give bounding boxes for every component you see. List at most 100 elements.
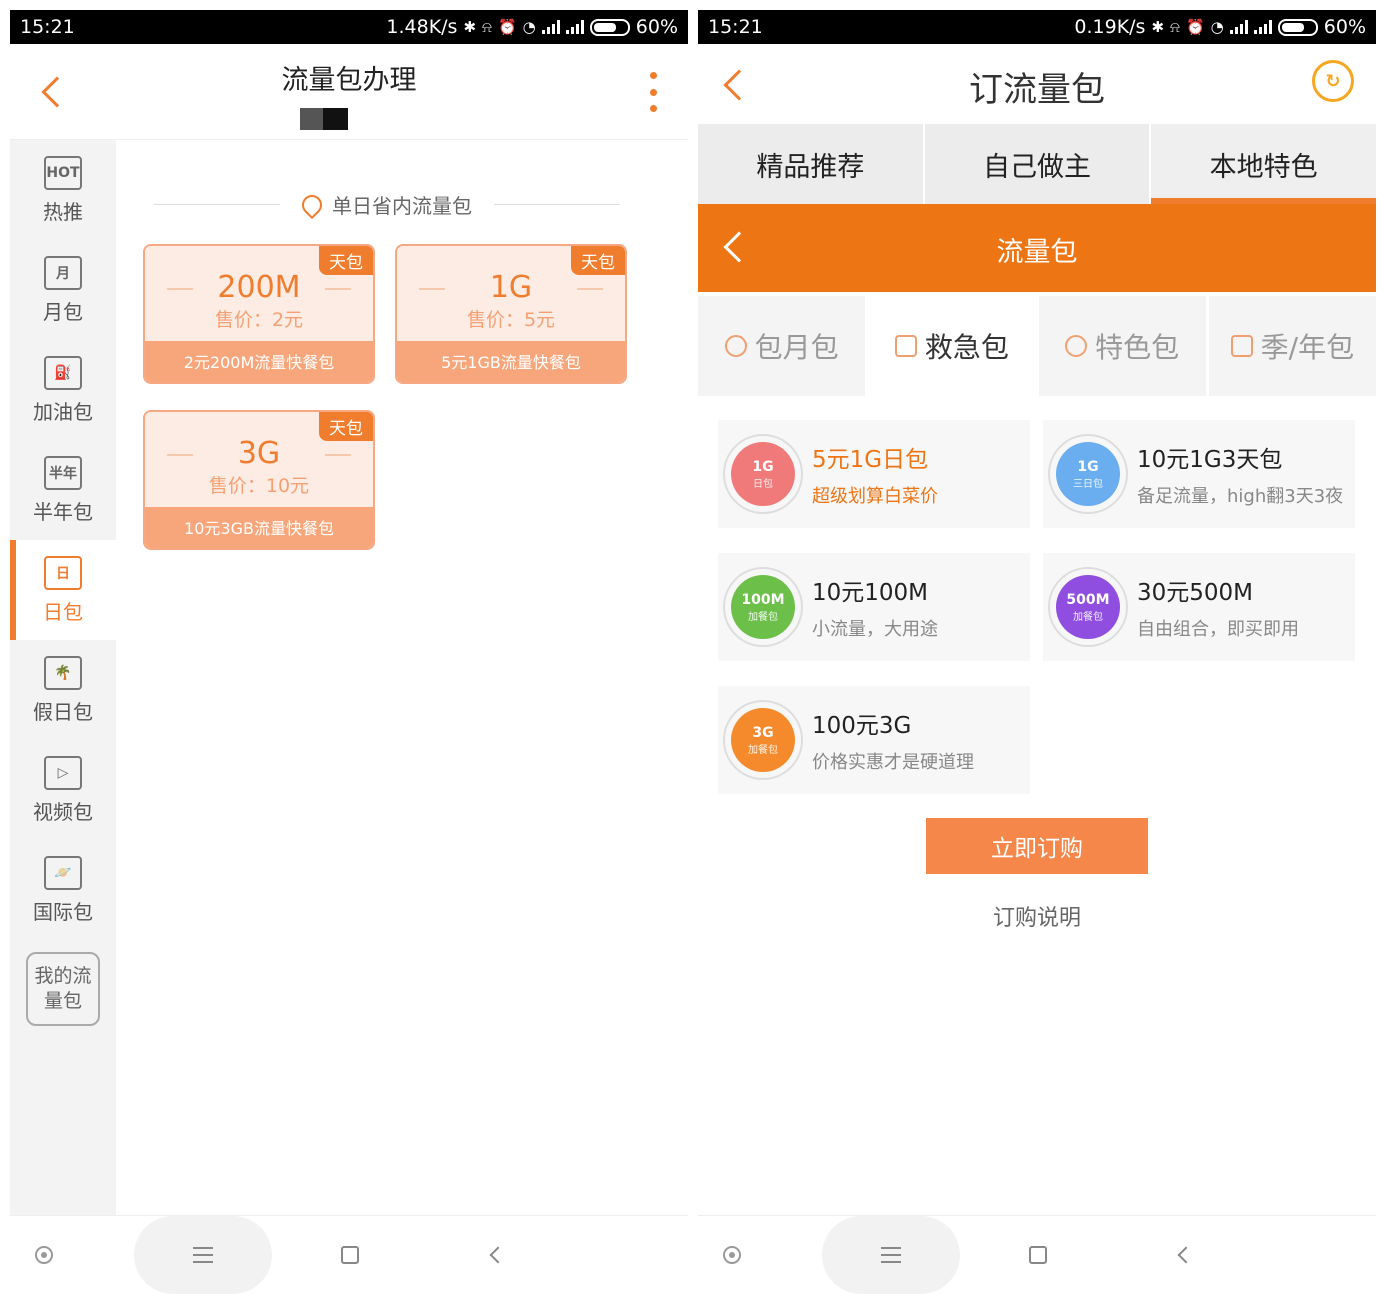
package-tag: 天包 xyxy=(319,412,373,441)
ribbon-icon xyxy=(724,335,747,357)
product-badge: 3G 加餐包 xyxy=(731,708,795,772)
page-title: 订流量包 xyxy=(969,70,1105,110)
first-aid-icon xyxy=(894,335,917,357)
sidebar-item-holiday[interactable]: 🌴 假日包 xyxy=(10,640,116,740)
sidebar-item-label: 视频包 xyxy=(33,799,93,824)
my-packages-button[interactable]: 我的流量包 xyxy=(26,952,100,1026)
menu-icon xyxy=(193,1247,213,1263)
chevron-left-icon xyxy=(489,1246,507,1264)
divider xyxy=(167,454,193,456)
buy-now-button[interactable]: 立即订购 xyxy=(926,818,1148,874)
order-instructions-link[interactable]: 订购说明 xyxy=(698,900,1376,932)
tab-emergency[interactable]: 救急包 xyxy=(868,296,1039,396)
product-badge: 1G 三日包 xyxy=(1056,442,1120,506)
assistant-button[interactable] xyxy=(24,1216,64,1294)
system-nav-bar xyxy=(10,1215,688,1295)
more-menu-icon[interactable] xyxy=(650,72,658,112)
planet-icon: 🪐 xyxy=(44,855,82,890)
package-card[interactable]: 天包 1G 售价：5元 5元1GB流量快餐包 xyxy=(395,244,627,384)
package-name: 5元1GB流量快餐包 xyxy=(397,341,625,382)
signal-icon xyxy=(541,20,560,34)
back-button[interactable] xyxy=(1166,1216,1206,1294)
sidebar-item-refuel[interactable]: ⛽ 加油包 xyxy=(10,340,116,440)
sidebar-item-monthly[interactable]: 月 月包 xyxy=(10,240,116,340)
sidebar-item-label: 月包 xyxy=(43,299,83,324)
sidebar-item-daily[interactable]: 日 日包 xyxy=(10,540,116,640)
mute-icon: ⍾ xyxy=(1170,18,1180,36)
product-card[interactable]: 500M 加餐包 30元500M 自由组合，即买即用 xyxy=(1043,553,1355,661)
sub-header-bar: 流量包 xyxy=(698,204,1376,292)
sidebar-item-half-year[interactable]: 半年 半年包 xyxy=(10,440,116,540)
category-sidebar: HOT 热推 月 月包 ⛽ 加油包 半年 半年包 日 日包 🌴 假日包 ▷ 视频… xyxy=(10,140,116,1215)
package-tag: 天包 xyxy=(319,246,373,275)
sidebar-item-label: 假日包 xyxy=(33,699,93,724)
calendar-month-icon: 月 xyxy=(44,255,82,290)
package-list: 单日省内流量包 天包 200M 售价：2元 2元200M流量快餐包 天包 1G … xyxy=(116,140,688,1215)
square-icon xyxy=(341,1246,359,1264)
bluetooth-icon: ✱ xyxy=(1151,18,1165,36)
tab-special[interactable]: 特色包 xyxy=(1038,296,1209,396)
top-tab-bar: 精品推荐 自己做主 本地特色 xyxy=(698,124,1376,204)
sidebar-item-label: 加油包 xyxy=(33,399,93,424)
sub-header-title: 流量包 xyxy=(996,237,1078,268)
wifi-icon: ◔ xyxy=(522,18,536,36)
divider xyxy=(167,288,193,290)
sidebar-item-hot[interactable]: HOT 热推 xyxy=(10,140,116,240)
palm-tree-icon: 🌴 xyxy=(44,655,82,690)
back-button[interactable] xyxy=(478,1216,518,1294)
signal-icon xyxy=(565,20,584,34)
product-card[interactable]: 3G 加餐包 100元3G 价格实惠才是硬道理 xyxy=(718,686,1030,794)
tab-recommended[interactable]: 精品推荐 xyxy=(698,124,925,204)
home-button[interactable] xyxy=(1018,1216,1058,1294)
badge-sub: 加餐包 xyxy=(1073,611,1103,623)
sidebar-item-label: 半年包 xyxy=(33,499,93,524)
product-badge: 1G 日包 xyxy=(731,442,795,506)
package-card[interactable]: 天包 200M 售价：2元 2元200M流量快餐包 xyxy=(143,244,375,384)
product-card[interactable]: 1G 日包 5元1G日包 超级划算白菜价 xyxy=(718,420,1030,528)
section-title-text: 单日省内流量包 xyxy=(332,194,472,218)
home-button[interactable] xyxy=(330,1216,370,1294)
system-nav-bar xyxy=(698,1215,1376,1295)
product-card[interactable]: 1G 三日包 10元1G3天包 备足流量，high翻3天3夜 xyxy=(1043,420,1355,528)
product-desc: 小流量，大用途 xyxy=(812,619,938,640)
tab-monthly[interactable]: 包月包 xyxy=(698,296,869,396)
bluetooth-icon: ✱ xyxy=(463,18,477,36)
calendar-day-icon: 日 xyxy=(44,555,82,590)
sidebar-item-video[interactable]: ▷ 视频包 xyxy=(10,740,116,840)
tab-season-year[interactable]: 季/年包 xyxy=(1208,296,1376,396)
recents-button[interactable] xyxy=(134,1216,272,1294)
product-desc: 超级划算白菜价 xyxy=(812,486,938,507)
sidebar-item-international[interactable]: 🪐 国际包 xyxy=(10,840,116,940)
product-desc: 价格实惠才是硬道理 xyxy=(812,752,974,773)
dot-circle-icon xyxy=(35,1246,53,1264)
battery-level: 60% xyxy=(635,16,678,38)
signal-icon xyxy=(1229,20,1248,34)
right-phone-screen: 15:21 0.19K/s ✱ ⍾ ⏰ ◔ 60% 订流量包 ↻ 精品推荐 自己… xyxy=(698,10,1376,1295)
package-name: 2元200M流量快餐包 xyxy=(145,341,373,382)
product-name: 100元3G xyxy=(812,713,912,739)
fuel-pump-icon: ⛽ xyxy=(44,355,82,390)
product-name: 5元1G日包 xyxy=(812,447,929,473)
tab-local-special[interactable]: 本地特色 xyxy=(1151,124,1376,204)
tab-self-select[interactable]: 自己做主 xyxy=(924,124,1152,204)
ribbon-icon xyxy=(1065,335,1088,357)
divider xyxy=(419,288,445,290)
header: 订流量包 ↻ xyxy=(698,44,1376,124)
divider xyxy=(577,288,603,290)
badge-sub: 加餐包 xyxy=(748,611,778,623)
badge-size: 500M xyxy=(1066,591,1110,608)
assistant-button[interactable] xyxy=(712,1216,752,1294)
product-card[interactable]: 100M 加餐包 10元100M 小流量，大用途 xyxy=(718,553,1030,661)
package-card[interactable]: 天包 3G 售价：10元 10元3GB流量快餐包 xyxy=(143,410,375,550)
header: 流量包办理 xyxy=(10,44,688,140)
alarm-icon: ⏰ xyxy=(497,18,517,36)
menu-icon xyxy=(881,1247,901,1263)
tab-label: 救急包 xyxy=(924,331,1009,364)
medal-icon[interactable]: ↻ xyxy=(1312,60,1354,102)
wifi-icon: ◔ xyxy=(1210,18,1224,36)
chevron-left-icon xyxy=(1177,1246,1195,1264)
tab-label: 季/年包 xyxy=(1260,331,1355,364)
package-price: 售价：2元 xyxy=(214,309,304,331)
product-name: 10元100M xyxy=(812,580,929,606)
recents-button[interactable] xyxy=(822,1216,960,1294)
